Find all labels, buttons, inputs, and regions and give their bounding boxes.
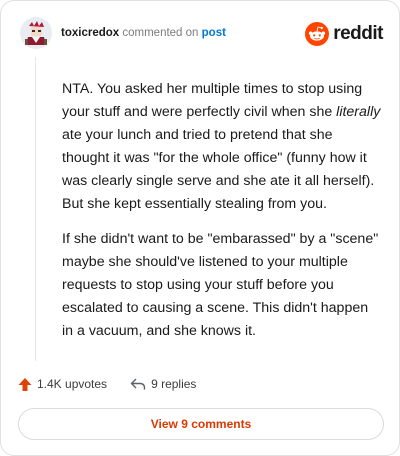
reply-arrow-icon (130, 378, 146, 390)
comment-body: NTA. You asked her multiple times to sto… (62, 78, 382, 355)
post-link[interactable]: post (202, 27, 226, 39)
reddit-wordmark: reddit (333, 23, 383, 44)
avatar-image (20, 17, 52, 49)
upvote-arrow-icon (18, 377, 32, 391)
avatar[interactable] (20, 17, 52, 49)
paragraph-1-emphasis: literally (336, 104, 381, 120)
replies-button[interactable]: 9 replies (130, 377, 196, 391)
paragraph-1-text-a: NTA. You asked her multiple times to sto… (62, 81, 363, 120)
view-comments-button[interactable]: View 9 comments (18, 408, 384, 440)
username-link[interactable]: toxicredox (61, 27, 119, 39)
reddit-snoo-icon (305, 22, 330, 46)
thread-line[interactable] (35, 57, 36, 361)
upvote-count: 1.4K upvotes (37, 377, 108, 391)
comment-card: toxicredox commented on post reddit NTA.… (0, 0, 400, 456)
comment-actions: 1.4K upvotes 9 replies (18, 374, 196, 394)
replies-count: 9 replies (151, 377, 197, 391)
comment-paragraph-2: If she didn't want to be "embarassed" by… (62, 231, 379, 339)
paragraph-1-text-b: ate your lunch and tried to pretend that… (62, 127, 375, 212)
comment-header: toxicredox commented on post reddit (18, 15, 384, 55)
comment-meta: toxicredox commented on post (61, 26, 226, 40)
action-text: commented on (122, 27, 199, 39)
upvote-button[interactable]: 1.4K upvotes (18, 377, 107, 392)
comment-paragraph-1: NTA. You asked her multiple times to sto… (62, 78, 382, 216)
reddit-logo[interactable]: reddit (305, 21, 383, 47)
